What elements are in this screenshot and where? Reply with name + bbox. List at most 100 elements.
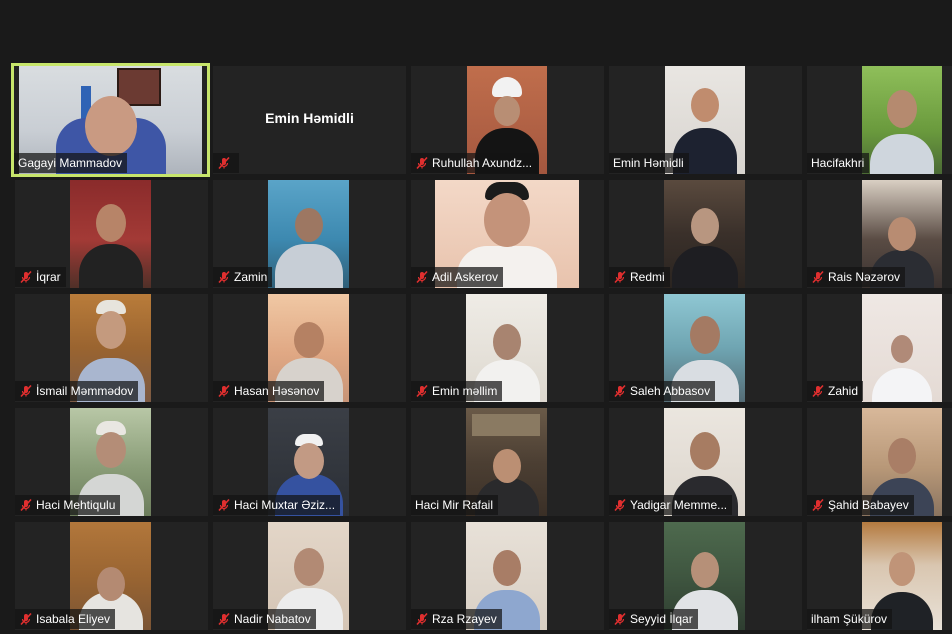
participant-video: [862, 294, 942, 402]
microphone-muted-icon: [613, 612, 627, 626]
participant-tile[interactable]: ilham Şükürov: [807, 522, 952, 630]
participant-name-bar: Rza Rzayev: [411, 609, 502, 629]
participant-tile[interactable]: Zamin: [213, 180, 406, 288]
participant-name: Emin məllim: [432, 384, 498, 398]
microphone-muted-icon: [811, 270, 825, 284]
participant-name-bar: Yadigar Memme...: [609, 495, 733, 515]
participant-name: Hacifakhri: [811, 156, 865, 170]
microphone-muted-icon: [217, 270, 231, 284]
participant-name-bar: Haci Mehtiqulu: [15, 495, 121, 515]
participant-placeholder-name: Emin Həmidli: [265, 110, 354, 126]
participant-name: İqrar: [36, 270, 61, 284]
microphone-muted-icon: [415, 612, 429, 626]
participant-name: Zamin: [234, 270, 268, 284]
microphone-muted-icon: [811, 498, 825, 512]
participant-tile[interactable]: İqrar: [15, 180, 208, 288]
participant-name: Hasan Həsənov: [234, 384, 320, 398]
participant-name: Haci Mir Rafail: [415, 498, 494, 512]
participant-tile[interactable]: İsmail Məmmədov: [15, 294, 208, 402]
participant-name-bar: Emin məllim: [411, 381, 503, 401]
participant-tile[interactable]: Emin Həmidli: [609, 66, 802, 174]
participant-name-bar: Gagayi Mammadov: [14, 153, 128, 173]
participant-tile[interactable]: Haci Mehtiqulu: [15, 408, 208, 516]
participant-name-bar: Ruhullah Axundz...: [411, 153, 538, 173]
microphone-muted-icon: [613, 498, 627, 512]
participant-name: Seyyid İlqar: [630, 612, 693, 626]
microphone-muted-icon: [19, 498, 33, 512]
participant-name-bar: Hacifakhri: [807, 153, 870, 173]
microphone-muted-icon: [19, 384, 33, 398]
participant-tile[interactable]: Saleh Abbasov: [609, 294, 802, 402]
microphone-muted-icon: [19, 270, 33, 284]
participant-name: Gagayi Mammadov: [18, 156, 123, 170]
participant-name-bar: İqrar: [15, 267, 66, 287]
participant-name-bar: İsmail Məmmədov: [15, 381, 139, 401]
microphone-muted-icon: [415, 270, 429, 284]
participant-tile[interactable]: Adil Askerov: [411, 180, 604, 288]
participant-tile[interactable]: Haci Muxtar Əziz...: [213, 408, 406, 516]
participant-tile[interactable]: Rza Rzayev: [411, 522, 604, 630]
microphone-muted-icon: [217, 498, 231, 512]
participant-name: Yadigar Memme...: [630, 498, 728, 512]
participant-tile[interactable]: Gagayi Mammadov: [11, 63, 210, 177]
participant-name: Emin Həmidli: [613, 156, 684, 170]
participant-tile[interactable]: Nadir Nabatov: [213, 522, 406, 630]
participant-name-bar: Adil Askerov: [411, 267, 504, 287]
participant-name-bar: Isabala Eliyev: [15, 609, 116, 629]
participant-name: İsmail Məmmədov: [36, 384, 134, 398]
participant-tile[interactable]: Haci Mir Rafail: [411, 408, 604, 516]
microphone-muted-icon: [613, 384, 627, 398]
participant-name-bar: Seyyid İlqar: [609, 609, 698, 629]
microphone-muted-icon: [19, 612, 33, 626]
participant-tile[interactable]: Rais Nəzərov: [807, 180, 952, 288]
participant-video: [664, 180, 745, 288]
participant-name: Adil Askerov: [432, 270, 499, 284]
participant-tile[interactable]: Emin Həmidli: [213, 66, 406, 174]
microphone-muted-icon: [217, 384, 231, 398]
participant-name: Şahid Babayev: [828, 498, 909, 512]
participant-name-bar: [213, 153, 239, 173]
participant-name: Saleh Abbasov: [630, 384, 711, 398]
microphone-muted-icon: [613, 270, 627, 284]
participant-name-bar: Haci Mir Rafail: [411, 495, 499, 515]
participant-video: [268, 180, 349, 288]
participant-name: ilham Şükürov: [811, 612, 888, 626]
participant-name-bar: Emin Həmidli: [609, 153, 689, 173]
microphone-muted-icon: [415, 156, 429, 170]
participant-name-bar: Zahid: [807, 381, 864, 401]
participant-name-bar: Saleh Abbasov: [609, 381, 716, 401]
participant-tile[interactable]: Şahid Babayev: [807, 408, 952, 516]
participant-tile[interactable]: Zahid: [807, 294, 952, 402]
participant-tile[interactable]: Emin məllim: [411, 294, 604, 402]
participant-name-bar: Şahid Babayev: [807, 495, 914, 515]
participant-name: Rza Rzayev: [432, 612, 497, 626]
microphone-muted-icon: [415, 384, 429, 398]
participant-tile[interactable]: Ruhullah Axundz...: [411, 66, 604, 174]
participant-name: Haci Muxtar Əziz...: [234, 498, 336, 512]
participant-tile[interactable]: Redmi: [609, 180, 802, 288]
participant-name: Rais Nəzərov: [828, 270, 901, 284]
participant-name-bar: Haci Muxtar Əziz...: [213, 495, 341, 515]
participant-name: Redmi: [630, 270, 665, 284]
participant-name-bar: Hasan Həsənov: [213, 381, 325, 401]
video-gallery-grid: Gagayi Mammadov Emin Həmidli Ruhullah Ax…: [0, 0, 952, 634]
microphone-muted-icon: [217, 156, 231, 170]
microphone-muted-icon: [217, 612, 231, 626]
microphone-muted-icon: [811, 384, 825, 398]
participant-name-bar: Nadir Nabatov: [213, 609, 316, 629]
participant-name: Nadir Nabatov: [234, 612, 311, 626]
participant-name-bar: Redmi: [609, 267, 670, 287]
participant-name-bar: Zamin: [213, 267, 273, 287]
participant-video: [862, 66, 942, 174]
participant-name-bar: Rais Nəzərov: [807, 267, 906, 287]
participant-tile[interactable]: Seyyid İlqar: [609, 522, 802, 630]
participant-tile[interactable]: Isabala Eliyev: [15, 522, 208, 630]
participant-name: Ruhullah Axundz...: [432, 156, 533, 170]
participant-name: Haci Mehtiqulu: [36, 498, 116, 512]
participant-tile[interactable]: Hasan Həsənov: [213, 294, 406, 402]
participant-tile[interactable]: Yadigar Memme...: [609, 408, 802, 516]
participant-video: [70, 180, 151, 288]
participant-name: Isabala Eliyev: [36, 612, 111, 626]
participant-name-bar: ilham Şükürov: [807, 609, 893, 629]
participant-tile[interactable]: Hacifakhri: [807, 66, 952, 174]
